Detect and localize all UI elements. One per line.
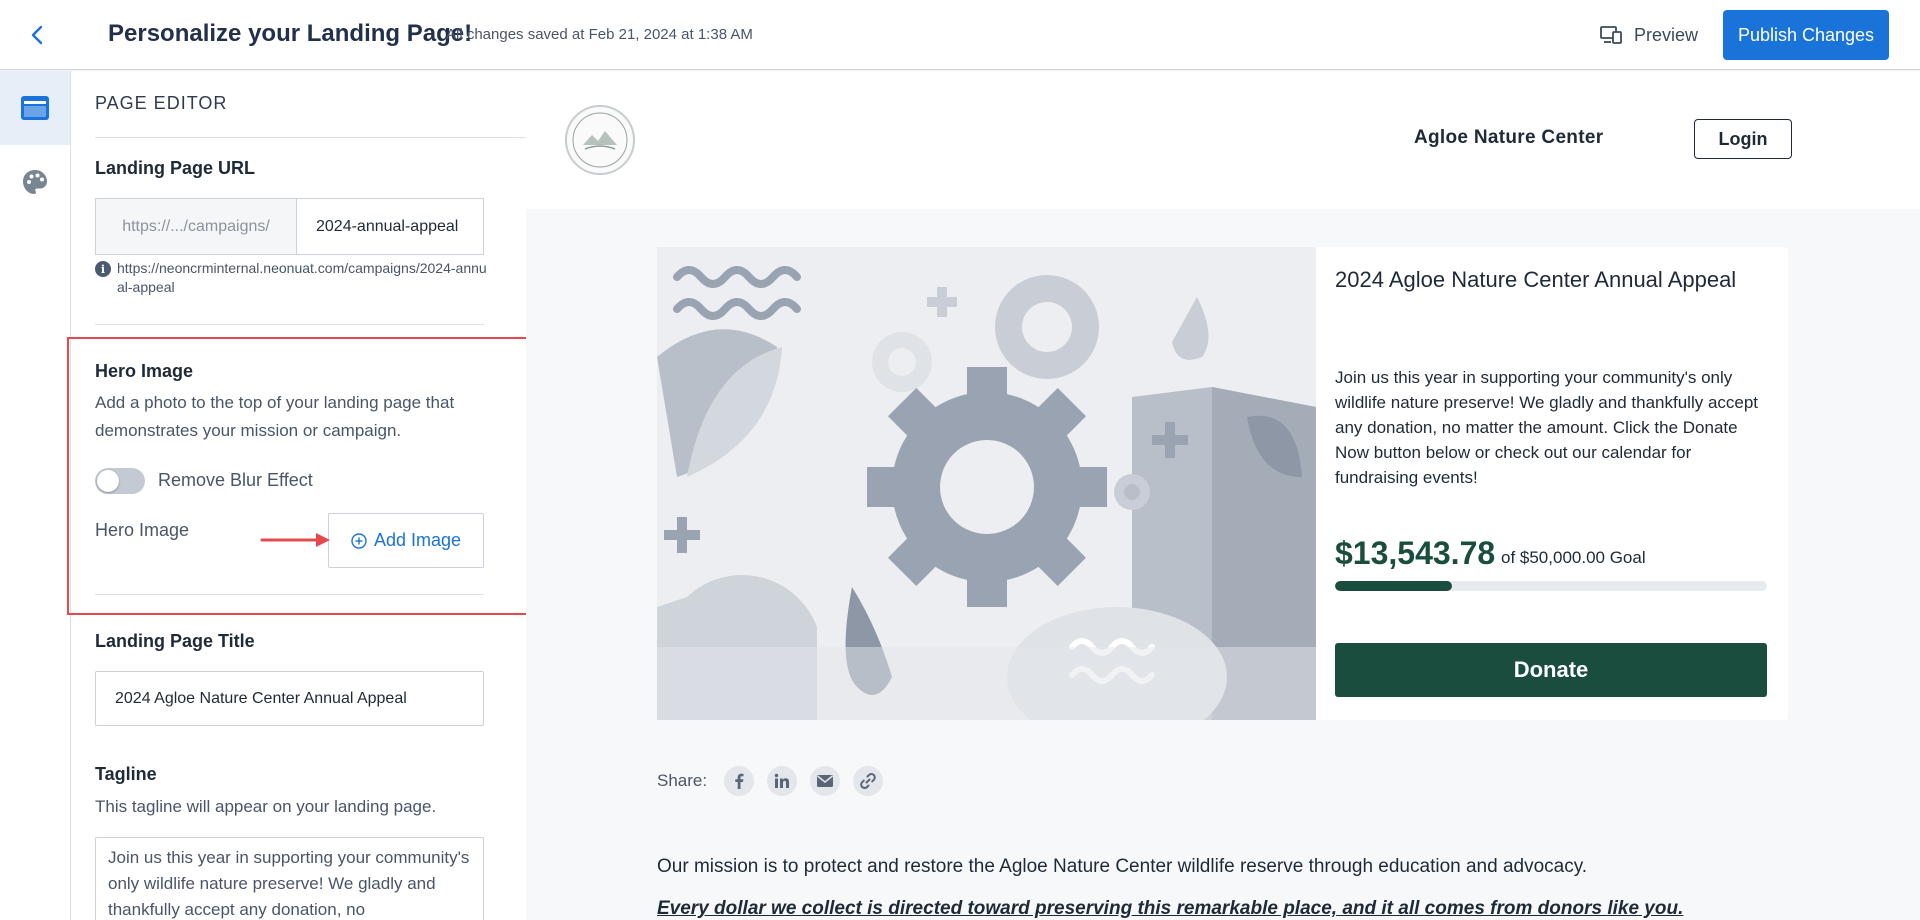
link-icon[interactable] <box>853 766 884 796</box>
page-editor-icon <box>21 96 49 120</box>
hero-placeholder-image <box>657 247 1316 720</box>
landing-page-title-input[interactable]: 2024 Agloe Nature Center Annual Appeal <box>95 671 484 726</box>
chevron-left-icon <box>31 25 43 45</box>
landing-page-preview: Agloe Nature Center Login 2024 Agloe Nat… <box>526 71 1920 920</box>
red-arrow-annotation <box>260 533 330 547</box>
remove-blur-toggle[interactable] <box>95 468 145 494</box>
page-editor-panel: PAGE EDITOR Landing Page URL https://...… <box>71 71 526 920</box>
landing-page-title-label: Landing Page Title <box>95 631 255 651</box>
share-bar: Share: <box>657 766 884 796</box>
campaign-card: 2024 Agloe Nature Center Annual Appeal J… <box>657 247 1788 720</box>
goal-text: of $50,000.00 Goal <box>1501 548 1646 567</box>
email-icon[interactable] <box>810 766 841 796</box>
full-url-hint: i https://neoncrminternal.neonuat.com/ca… <box>95 259 490 297</box>
hero-image-field-label: Hero Image <box>95 520 190 540</box>
landing-page-url-field: https://.../campaigns/ 2024-annual-appea… <box>95 198 484 255</box>
devices-icon <box>1600 26 1622 44</box>
org-name: Agloe Nature Center <box>1414 127 1604 148</box>
page-title: Personalize your Landing Page! <box>108 20 473 47</box>
palette-icon <box>23 170 47 194</box>
campaign-title: 2024 Agloe Nature Center Annual Appeal <box>1335 267 1737 292</box>
back-button[interactable] <box>22 20 52 50</box>
rail-item-page-editor[interactable] <box>0 71 70 145</box>
editor-icon-rail <box>0 71 71 920</box>
org-logo <box>565 105 635 175</box>
preview-header: Agloe Nature Center Login <box>526 71 1920 209</box>
landing-page-url-label: Landing Page URL <box>95 158 256 178</box>
donor-message: Every dollar we collect is directed towa… <box>657 898 1684 919</box>
toggle-knob <box>97 470 119 492</box>
hero-image-description: Add a photo to the top of your landing p… <box>95 393 455 440</box>
top-bar: Personalize your Landing Page! All chang… <box>0 0 1920 70</box>
preview-label: Preview <box>1634 24 1699 45</box>
tagline-description: This tagline will appear on your landing… <box>95 797 437 816</box>
tagline-label: Tagline <box>95 764 157 784</box>
preview-button[interactable]: Preview <box>1600 20 1698 50</box>
campaign-tagline: Join us this year in supporting your com… <box>1335 368 1759 487</box>
divider <box>95 137 526 138</box>
login-button[interactable]: Login <box>1694 119 1792 159</box>
info-icon: i <box>95 261 111 277</box>
add-image-label: Add Image <box>373 530 462 550</box>
mission-statement: Our mission is to protect and restore th… <box>657 856 1588 877</box>
divider <box>95 594 484 595</box>
goal-progress-fill <box>1335 581 1452 591</box>
page-editor-heading: PAGE EDITOR <box>95 93 228 113</box>
linkedin-icon[interactable] <box>767 766 798 796</box>
publish-changes-button[interactable]: Publish Changes <box>1723 10 1889 60</box>
amount-raised: $13,543.78 <box>1335 535 1496 571</box>
divider <box>95 324 484 325</box>
rail-item-theme[interactable] <box>0 145 70 219</box>
remove-blur-label: Remove Blur Effect <box>158 470 313 490</box>
tagline-textarea[interactable]: Join us this year in supporting your com… <box>95 837 484 920</box>
share-label: Share: <box>657 771 708 790</box>
full-url-text: https://neoncrminternal.neonuat.com/camp… <box>117 260 487 295</box>
add-image-button[interactable]: Add Image <box>328 513 484 568</box>
goal-progress-bar <box>1335 581 1767 591</box>
donate-button[interactable]: Donate <box>1335 643 1767 697</box>
url-prefix: https://.../campaigns/ <box>96 199 297 254</box>
url-slug-input[interactable]: 2024-annual-appeal <box>297 199 483 254</box>
plus-circle-icon <box>351 532 367 549</box>
hero-image-section-label: Hero Image <box>95 361 194 381</box>
save-status: All changes saved at Feb 21, 2024 at 1:3… <box>446 26 753 43</box>
facebook-icon[interactable] <box>724 766 755 796</box>
